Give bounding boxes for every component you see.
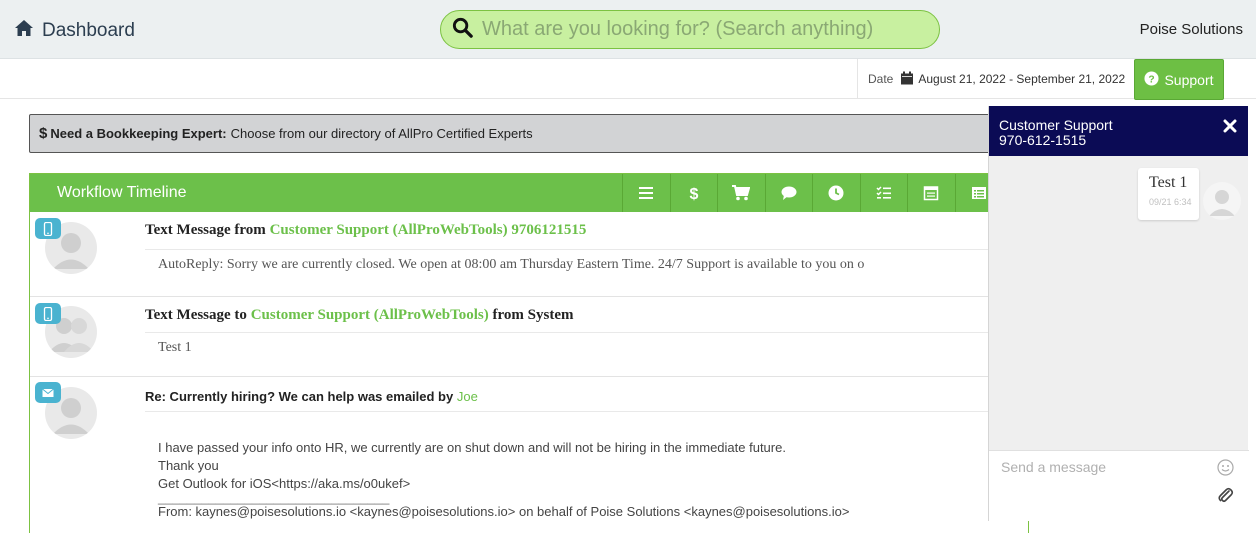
dashboard-link[interactable]: Dashboard xyxy=(14,18,135,44)
entry-body: Test 1 xyxy=(158,340,192,355)
mobile-icon xyxy=(43,221,53,236)
entry-body: AutoReply: Sorry we are currently closed… xyxy=(158,257,865,272)
tasks-icon[interactable] xyxy=(859,174,908,212)
entry-title-prefix: Re: Currently hiring? We can help was em… xyxy=(145,389,454,404)
timeline-entry: Text Message to Customer Support (AllPro… xyxy=(30,297,1028,377)
chat-title: Customer Support xyxy=(999,117,1113,133)
contact-link[interactable]: Joe xyxy=(457,389,478,404)
global-search[interactable] xyxy=(440,10,940,49)
email-body: I have passed your info onto HR, we curr… xyxy=(158,439,849,521)
divider xyxy=(145,249,1028,250)
workflow-header: Workflow Timeline $ xyxy=(30,174,1028,212)
envelope-icon xyxy=(42,388,54,397)
calendar-icon[interactable] xyxy=(907,174,955,212)
support-label: Support xyxy=(1164,71,1214,88)
chat-phone: 970-612-1515 xyxy=(999,132,1087,148)
timeline-entry: Re: Currently hiring? We can help was em… xyxy=(30,377,1028,537)
company-name[interactable]: Poise Solutions xyxy=(1140,21,1243,38)
date-range-value: August 21, 2022 - September 21, 2022 xyxy=(918,72,1126,86)
top-navbar: Dashboard Poise Solutions xyxy=(0,0,1256,59)
home-icon xyxy=(14,18,34,44)
phone-badge xyxy=(35,303,61,324)
paperclip-icon[interactable] xyxy=(1218,487,1234,505)
comment-icon[interactable] xyxy=(764,174,813,212)
divider xyxy=(145,411,1028,412)
phone-badge xyxy=(35,218,61,239)
bookkeeping-banner[interactable]: $ Need a Bookkeeping Expert: Choose from… xyxy=(29,114,1029,153)
divider xyxy=(145,332,1028,333)
question-circle-icon: ? xyxy=(1144,70,1159,89)
entry-title: Text Message from Customer Support (AllP… xyxy=(145,222,586,239)
svg-text:?: ? xyxy=(1149,74,1155,85)
message-input[interactable] xyxy=(1001,459,1211,489)
emoji-icon[interactable] xyxy=(1217,459,1234,476)
filter-bar: Date August 21, 2022 - September 21, 202… xyxy=(0,59,1256,99)
timeline-entry: Text Message from Customer Support (AllP… xyxy=(30,212,1028,297)
banner-text: Choose from our directory of AllPro Cert… xyxy=(230,126,533,141)
dollar-icon[interactable]: $ xyxy=(669,174,718,212)
chat-composer xyxy=(989,450,1249,521)
entry-title-prefix: Text Message to xyxy=(145,307,247,323)
date-label: Date xyxy=(868,72,894,86)
svg-text:$: $ xyxy=(689,186,698,201)
entry-title: Re: Currently hiring? We can help was em… xyxy=(145,389,478,404)
support-chat-panel: Customer Support 970-612-1515 Test 1 09/… xyxy=(988,106,1249,521)
email-line: I have passed your info onto HR, we curr… xyxy=(158,440,786,455)
search-input[interactable] xyxy=(482,18,922,41)
calendar-icon xyxy=(900,71,914,88)
date-range-picker[interactable]: Date August 21, 2022 - September 21, 202… xyxy=(857,59,1144,99)
email-badge xyxy=(35,382,61,403)
message-time: 09/21 6:34 xyxy=(1149,197,1192,207)
chat-header: Customer Support 970-612-1515 xyxy=(989,106,1248,156)
entry-title-prefix: Text Message from xyxy=(145,222,266,238)
email-line: ________________________________ xyxy=(158,490,390,505)
mobile-icon xyxy=(43,306,53,321)
chat-message: Test 1 09/21 6:34 xyxy=(1138,168,1199,220)
avatar xyxy=(1203,182,1241,220)
dollar-icon: $ xyxy=(39,125,48,142)
entry-title-suffix: from System xyxy=(492,307,574,323)
banner-heading: Need a Bookkeeping Expert: xyxy=(50,126,227,141)
dashboard-label: Dashboard xyxy=(42,20,135,41)
workflow-timeline: Workflow Timeline $ Text Message from Cu… xyxy=(29,173,1029,533)
workflow-title: Workflow Timeline xyxy=(57,184,187,201)
close-icon[interactable] xyxy=(1222,118,1238,134)
workflow-toolbar: $ xyxy=(622,174,1002,212)
search-icon[interactable] xyxy=(451,16,474,44)
support-button[interactable]: ? Support xyxy=(1134,59,1224,100)
email-line: Thank you xyxy=(158,458,219,473)
list-icon[interactable] xyxy=(622,174,670,212)
clock-icon[interactable] xyxy=(812,174,860,212)
entry-title: Text Message to Customer Support (AllPro… xyxy=(145,307,574,324)
contact-link[interactable]: Customer Support (AllProWebTools) xyxy=(251,307,489,323)
email-line: From: kaynes@poisesolutions.io <kaynes@p… xyxy=(158,504,850,519)
message-text: Test 1 xyxy=(1149,174,1188,191)
cart-icon[interactable] xyxy=(717,174,765,212)
contact-link[interactable]: Customer Support (AllProWebTools) 970612… xyxy=(270,222,587,238)
